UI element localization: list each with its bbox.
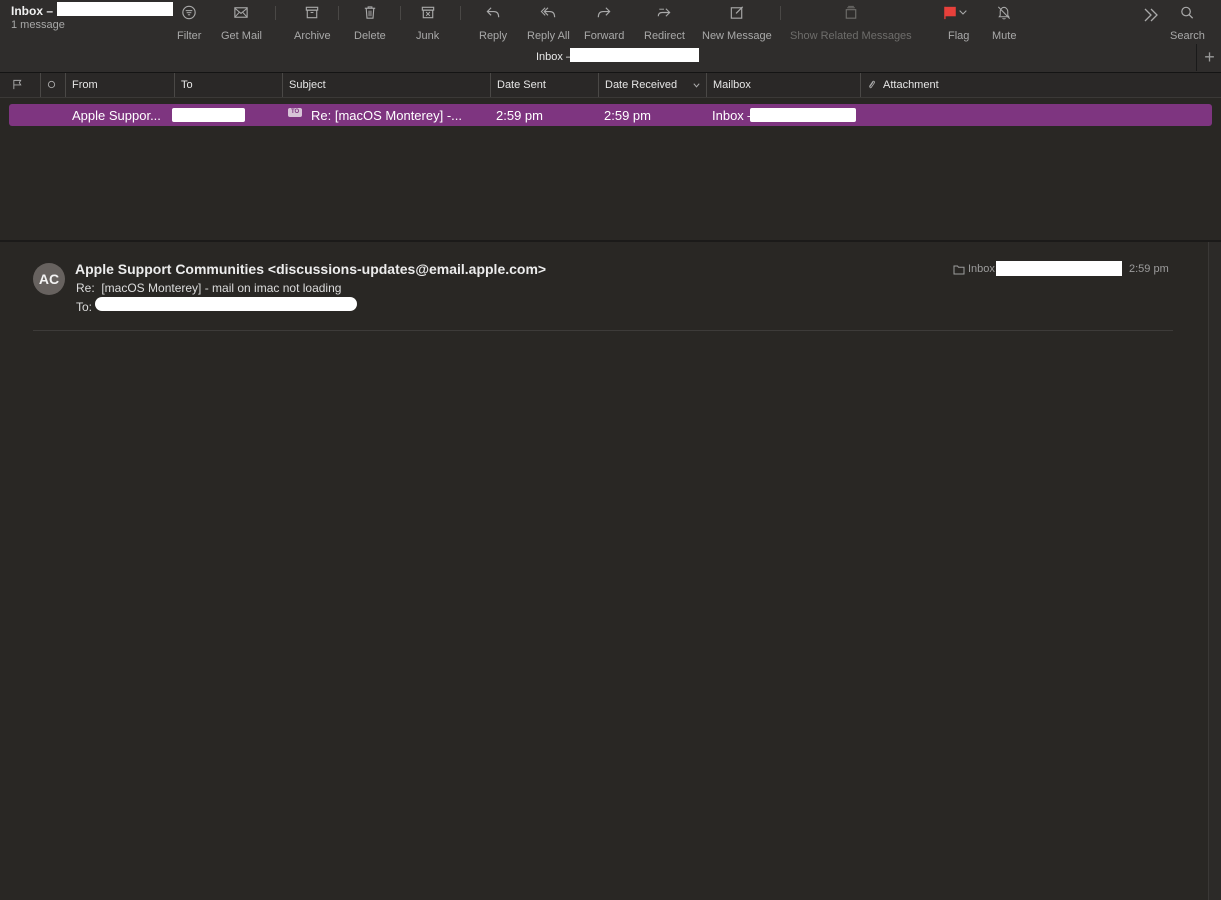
redirect-icon: [658, 8, 671, 17]
header-divider: [33, 330, 1173, 331]
column-date-received[interactable]: Date Received: [598, 73, 706, 97]
forward-label: Forward: [584, 30, 625, 42]
show-related-messages-button[interactable]: Show Related Messages: [790, 2, 912, 42]
junk-icon: [421, 6, 434, 19]
column-unread[interactable]: [40, 73, 65, 97]
mute-label: Mute: [992, 30, 1017, 42]
message-list: Apple Suppor... TO Re: [macOS Monterey] …: [0, 98, 1221, 240]
search-icon: [1181, 6, 1194, 19]
message-row[interactable]: Apple Suppor... TO Re: [macOS Monterey] …: [9, 104, 1212, 126]
reply-button[interactable]: Reply: [479, 2, 507, 42]
preview-subject: Re: [macOS Monterey] - mail on imac not …: [76, 281, 342, 295]
message-mailbox: Inbox –: [712, 108, 755, 123]
message-subject: Re: [macOS Monterey] -...: [311, 108, 462, 123]
envelope-icon: [234, 7, 249, 18]
toolbar-separator: [338, 6, 339, 20]
chevron-down-icon: [959, 10, 967, 15]
flag-outline-icon: [13, 79, 22, 90]
redirect-button[interactable]: Redirect: [644, 2, 685, 42]
junk-label: Junk: [416, 30, 440, 42]
related-messages-icon: [845, 5, 857, 19]
junk-button[interactable]: Junk: [416, 2, 439, 42]
archive-button[interactable]: Archive: [294, 2, 331, 42]
preview-to-label: To:: [76, 300, 93, 314]
trash-icon: [364, 6, 376, 19]
mute-button[interactable]: Mute: [992, 2, 1016, 42]
archive-label: Archive: [294, 30, 331, 42]
redacted-preview-mailbox: [996, 261, 1122, 276]
message-count: 1 message: [11, 19, 65, 31]
column-attachment-label: Attachment: [883, 79, 939, 91]
message-date-received: 2:59 pm: [604, 108, 651, 123]
to-badge: TO: [288, 108, 303, 117]
toolbar-separator: [275, 6, 276, 20]
message-preview: AC Apple Support Communities <discussion…: [0, 242, 1208, 900]
search-button[interactable]: Search: [1170, 2, 1205, 42]
toolbar-separator: [460, 6, 461, 20]
column-from[interactable]: From: [65, 73, 174, 97]
folder-icon: [953, 265, 965, 274]
reply-all-label: Reply All: [527, 30, 570, 42]
show-related-label: Show Related Messages: [790, 30, 912, 42]
column-date-received-label: Date Received: [605, 79, 678, 91]
double-chevron-right-icon: [1144, 8, 1158, 22]
preview-to: To:: [76, 300, 92, 314]
toolbar: Inbox – 1 message Filter Get Mail Archiv…: [0, 0, 1221, 73]
reply-icon: [486, 7, 500, 18]
preview-time: 2:59 pm: [1129, 263, 1169, 275]
delete-label: Delete: [354, 30, 386, 42]
new-message-button[interactable]: New Message: [702, 2, 772, 42]
preview-mailbox-label: Inbox: [968, 263, 995, 275]
get-mail-label: Get Mail: [221, 30, 262, 42]
column-flag[interactable]: [6, 73, 34, 97]
redirect-label: Redirect: [644, 30, 685, 42]
message-date-sent: 2:59 pm: [496, 108, 543, 123]
archive-icon: [306, 6, 319, 19]
mailbox-tab-title: Inbox –: [536, 51, 573, 63]
reply-all-icon: [541, 7, 556, 18]
toolbar-separator: [400, 6, 401, 20]
forward-icon: [597, 7, 611, 18]
redacted-mailbox-name: [570, 48, 699, 62]
redacted-to-address: [95, 297, 357, 311]
filter-button[interactable]: Filter: [177, 2, 201, 42]
preview-from[interactable]: Apple Support Communities <discussions-u…: [75, 261, 546, 277]
more-toolbar-button[interactable]: [1142, 4, 1160, 44]
search-label: Search: [1170, 30, 1205, 42]
column-to[interactable]: To: [174, 73, 282, 97]
circle-outline-icon: [47, 80, 56, 89]
redacted-mailbox-account: [750, 108, 856, 122]
redacted-recipient: [172, 108, 245, 122]
toolbar-separator: [780, 6, 781, 20]
bell-slash-icon: [998, 6, 1011, 20]
column-date-sent[interactable]: Date Sent: [490, 73, 598, 97]
column-header: From To Subject Date Sent Date Received …: [0, 73, 1221, 98]
avatar: AC: [33, 263, 65, 295]
message-from: Apple Suppor...: [72, 108, 161, 123]
redacted-account: [57, 2, 173, 16]
filter-icon: [182, 5, 196, 20]
add-tab-button[interactable]: +: [1196, 44, 1221, 71]
column-subject[interactable]: Subject: [282, 73, 490, 97]
window-title: Inbox –: [11, 4, 54, 18]
preview-mailbox: Inbox: [953, 263, 995, 275]
column-mailbox[interactable]: Mailbox: [706, 73, 860, 97]
filter-label: Filter: [177, 30, 202, 42]
column-attachment[interactable]: Attachment: [860, 73, 1220, 97]
forward-button[interactable]: Forward: [584, 2, 624, 42]
flag-menu-button[interactable]: [957, 4, 969, 44]
scrollbar[interactable]: [1208, 242, 1221, 900]
paperclip-icon: [868, 80, 875, 89]
compose-icon: [730, 6, 743, 19]
new-message-label: New Message: [702, 30, 772, 42]
reply-all-button[interactable]: Reply All: [527, 2, 570, 42]
reply-label: Reply: [479, 30, 508, 42]
delete-button[interactable]: Delete: [354, 2, 386, 42]
sort-chevron-icon: [693, 83, 700, 88]
get-mail-button[interactable]: Get Mail: [221, 2, 262, 42]
